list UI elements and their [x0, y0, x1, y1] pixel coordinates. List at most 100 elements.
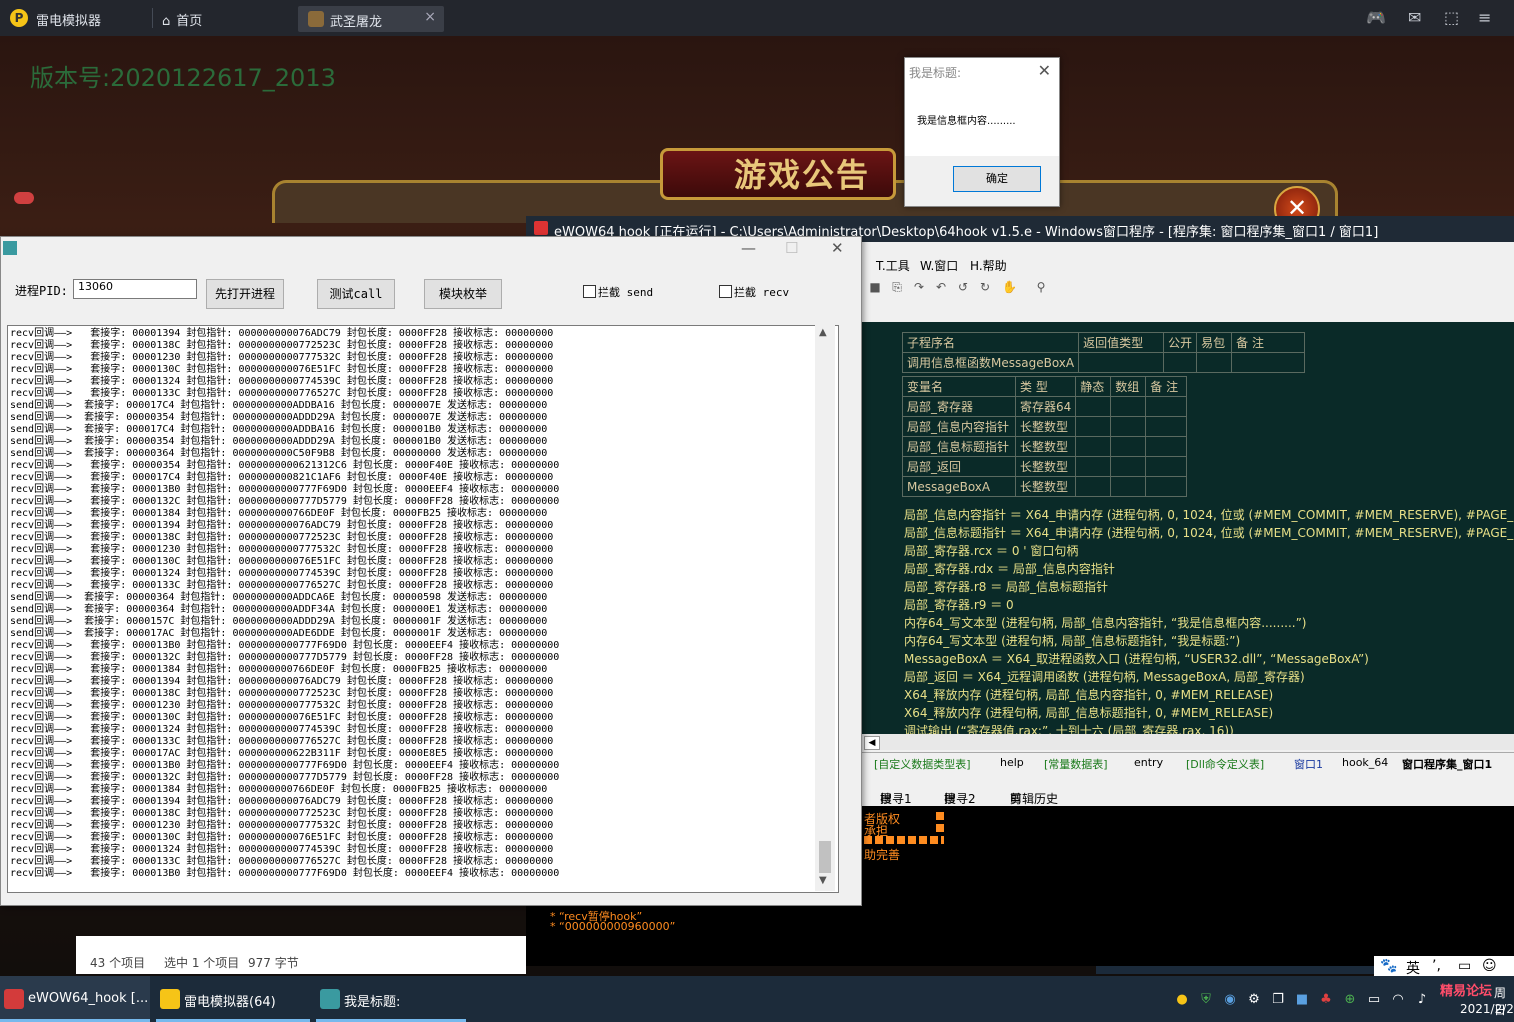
volume-icon[interactable]: ♪ — [1414, 992, 1430, 1008]
tab-dll-commands[interactable]: [Dll命令定义表] — [1186, 756, 1264, 772]
var-name[interactable]: MessageBoxA — [902, 476, 1016, 497]
scroll-left-icon[interactable]: ◀ — [864, 736, 880, 750]
clock-date[interactable]: 2021/2/2 — [1460, 1002, 1514, 1016]
log-line: recv回调——> 套接字: 00001384 封包指针: 0000000007… — [10, 508, 548, 519]
tab-entry[interactable]: entry — [1134, 756, 1163, 769]
step-icon[interactable]: ⎘ — [890, 280, 904, 294]
sub-name-cell[interactable]: 调用信息框函数MessageBoxA — [901, 352, 1080, 373]
emulator-logo-icon: P — [10, 9, 28, 27]
maximize-icon[interactable]: ☐ — [785, 239, 798, 257]
settings-icon[interactable]: ⚙ — [1246, 992, 1262, 1008]
step-out-icon[interactable]: ↺ — [956, 280, 970, 294]
module-enum-button[interactable]: 模块枚举 — [424, 279, 502, 309]
log-line: recv回调——> 套接字: 00001324 封包指针: 0000000000… — [10, 844, 554, 855]
code-line[interactable]: MessageBoxA ＝ X64_取进程函数入口 (进程句柄, “USER32… — [904, 650, 1369, 667]
menu-window[interactable]: W.窗口 — [920, 257, 958, 274]
step-over-icon[interactable]: ↶ — [934, 280, 948, 294]
emulator-tray-icon[interactable]: ● — [1174, 992, 1190, 1008]
code-line[interactable]: X64_释放内存 (进程句柄, 局部_信息标题指针, 0, #MEM_RELEA… — [904, 704, 1273, 721]
selected-size: 977 字节 — [248, 956, 299, 970]
open-process-button[interactable]: 先打开进程 — [206, 279, 284, 309]
code-line[interactable]: 局部_寄存器.r9 ＝ 0 — [904, 596, 1014, 613]
ide-output-panel: 者版权 承担 助完善 — [860, 806, 1514, 906]
var-type[interactable]: 长整数型 — [1014, 456, 1077, 477]
tab-window1[interactable]: 窗口1 — [1294, 756, 1323, 772]
code-line[interactable]: 局部_信息标题指针 ＝ X64_申请内存 (进程句柄, 0, 1024, 位或 … — [904, 524, 1514, 541]
ime-punct[interactable]: ’, — [1432, 958, 1441, 974]
scroll-down-icon[interactable]: ▼ — [819, 875, 827, 886]
ok-button[interactable]: 确定 — [953, 166, 1041, 192]
code-horizontal-scrollbar[interactable]: ◀ — [860, 734, 1514, 750]
menu-tools[interactable]: T.工具 — [876, 257, 910, 274]
taskbar-item-msgbox[interactable]: 我是标题: — [316, 976, 466, 1022]
keyboard-icon[interactable]: ▭ — [1458, 958, 1471, 974]
scroll-thumb[interactable] — [819, 841, 831, 873]
tab-hook64[interactable]: hook_64 — [1342, 756, 1388, 769]
shield-icon[interactable]: ⛨ — [1198, 992, 1214, 1008]
code-line[interactable]: 内存64_写文本型 (进程句柄, 局部_信息内容指针, “我是信息框内容....… — [904, 614, 1306, 631]
packet-log[interactable]: recv回调——> 套接字: 00001394 封包指针: 0000000000… — [7, 325, 839, 893]
code-line[interactable]: 局部_寄存器.rcx ＝ 0 ' 窗口句柄 — [904, 542, 1078, 559]
code-line[interactable]: 内存64_写文本型 (进程句柄, 局部_信息标题指针, “我是标题:”) — [904, 632, 1240, 649]
var-name[interactable]: 局部_返回 — [902, 456, 1016, 477]
tab-constants[interactable]: [常量数据表] — [1044, 756, 1108, 772]
intercept-recv-checkbox[interactable] — [719, 285, 732, 298]
plus-icon[interactable]: ⊕ — [1342, 992, 1358, 1008]
menu-icon[interactable]: ≡ — [1478, 8, 1491, 27]
code-line[interactable]: 调试输出 (“寄存器值.rax:”, 十到十六 (局部_寄存器.rax, 16)… — [904, 722, 1234, 734]
log-line: recv回调——> 套接字: 0000133C 封包指针: 0000000000… — [10, 856, 554, 867]
test-call-button[interactable]: 测试call — [317, 279, 395, 309]
code-editor[interactable]: 子程序名 返回值类型 公开 易包 备 注 调用信息框函数MessageBoxA … — [860, 322, 1514, 734]
var-name[interactable]: 局部_信息内容指针 — [902, 416, 1016, 437]
ime-lang[interactable]: 英 — [1406, 958, 1420, 978]
log-line: recv回调——> 套接字: 00001324 封包指针: 0000000000… — [10, 376, 554, 387]
hand-icon[interactable]: ✋ — [1002, 280, 1017, 294]
tab-home[interactable]: ⌂ 首页 — [162, 10, 202, 29]
user-icon[interactable]: ☺ — [1482, 958, 1497, 974]
code-line[interactable]: 局部_寄存器.r8 ＝ 局部_信息标题指针 — [904, 578, 1108, 595]
code-line[interactable]: 局部_寄存器.rdx ＝ 局部_信息内容指针 — [904, 560, 1115, 577]
battery-icon[interactable]: ▭ — [1366, 992, 1382, 1008]
close-icon[interactable]: ✕ — [831, 239, 844, 257]
qq-icon[interactable]: ♣ — [1318, 992, 1334, 1008]
var-type[interactable]: 长整数型 — [1014, 416, 1077, 437]
wifi-icon[interactable]: ◠ — [1390, 992, 1406, 1008]
var-type[interactable]: 长整数型 — [1014, 476, 1077, 497]
code-line[interactable]: 局部_信息内容指针 ＝ X64_申请内存 (进程句柄, 0, 1024, 位或 … — [904, 506, 1514, 523]
copy-icon[interactable]: ❐ — [1270, 992, 1286, 1008]
mail-icon[interactable]: ✉ — [1408, 8, 1421, 27]
run-to-cursor-icon[interactable]: ↻ — [978, 280, 992, 294]
message-box-close-icon[interactable]: ✕ — [1038, 61, 1051, 80]
code-line[interactable]: X64_释放内存 (进程句柄, 局部_信息内容指针, 0, #MEM_RELEA… — [904, 686, 1273, 703]
tab-help[interactable]: help — [1000, 756, 1024, 769]
tab-close-icon[interactable]: × — [424, 9, 436, 25]
log-scrollbar[interactable]: ▲ ▼ — [815, 325, 835, 891]
tab-game[interactable]: 武圣屠龙 × — [298, 6, 444, 32]
log-line: recv回调——> 套接字: 00001394 封包指针: 0000000000… — [10, 796, 554, 807]
log-line: recv回调——> 套接字: 00001394 封包指针: 0000000000… — [10, 328, 554, 339]
var-type[interactable]: 长整数型 — [1014, 436, 1077, 457]
tab-custom-types[interactable]: [自定义数据类型表] — [874, 756, 971, 772]
stop-icon[interactable]: ■ — [868, 280, 882, 294]
variable-table: 变量名 类 型 静态 数组 备 注 局部_寄存器 寄存器64 局部_信息内容指针长… — [902, 376, 1188, 497]
taskbar-item-emulator[interactable]: 雷电模拟器(64) — [156, 976, 310, 1022]
paw-icon[interactable]: 🐾 — [1380, 958, 1397, 974]
window-icon[interactable]: ⬚ — [1444, 8, 1459, 27]
var-type[interactable]: 寄存器64 — [1014, 396, 1077, 417]
app-tray-icon[interactable]: ■ — [1294, 992, 1310, 1008]
network-icon[interactable]: ◉ — [1222, 992, 1238, 1008]
menu-help[interactable]: H.帮助 — [970, 257, 1007, 274]
pid-input[interactable]: 13060 — [73, 279, 197, 299]
var-name[interactable]: 局部_信息标题指针 — [902, 436, 1016, 457]
minimize-icon[interactable]: — — [741, 239, 756, 257]
tab-window-assembly[interactable]: 窗口程序集_窗口1 — [1402, 756, 1492, 772]
var-name[interactable]: 局部_寄存器 — [902, 396, 1016, 417]
log-line: send回调——> 套接字: 00000354 封包指针: 0000000000… — [10, 412, 548, 423]
step-into-icon[interactable]: ↷ — [912, 280, 926, 294]
intercept-send-checkbox[interactable] — [583, 285, 596, 298]
scroll-up-icon[interactable]: ▲ — [819, 327, 827, 338]
find-icon[interactable]: ⚲ — [1034, 280, 1048, 294]
taskbar-item-ewow64[interactable]: eWOW64_hook [... — [0, 976, 150, 1022]
code-line[interactable]: 局部_返回 ＝ X64_远程调用函数 (进程句柄, MessageBoxA, 局… — [904, 668, 1305, 685]
gamepad-icon[interactable]: 🎮 — [1366, 8, 1386, 27]
